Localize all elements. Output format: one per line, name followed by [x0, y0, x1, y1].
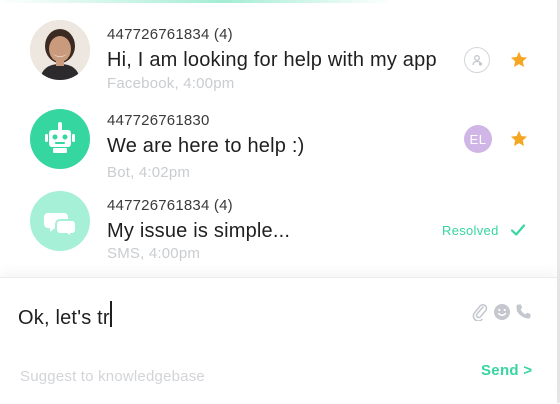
sender-id: 447726761830 — [107, 112, 210, 129]
chat-bubbles-icon — [44, 213, 77, 239]
agent-avatar-badge[interactable]: EL — [464, 125, 492, 153]
text-caret — [110, 301, 112, 327]
suggest-knowledgebase-link[interactable]: Suggest to knowledgebase — [20, 368, 205, 385]
message-text: We are here to help :) — [107, 135, 305, 157]
phone-icon[interactable] — [515, 303, 532, 320]
assign-agent-icon[interactable] — [464, 47, 490, 73]
message-text: My issue is simple... — [107, 220, 291, 242]
resolved-status: Resolved — [442, 223, 499, 238]
sender-id: 447726761834 (4) — [107, 197, 233, 214]
message-source: SMS, 4:00pm — [107, 245, 201, 262]
sms-avatar[interactable] — [30, 191, 90, 251]
paperclip-icon[interactable] — [472, 303, 488, 321]
bot-avatar[interactable] — [30, 109, 90, 169]
message-source: Facebook, 4:00pm — [107, 75, 235, 92]
star-icon[interactable] — [509, 50, 529, 70]
message-text: Hi, I am looking for help with my app — [107, 49, 437, 71]
reply-input[interactable] — [18, 302, 458, 334]
user-avatar[interactable] — [30, 20, 90, 80]
emoji-icon[interactable] — [493, 303, 511, 321]
star-icon[interactable] — [509, 129, 529, 149]
sender-id: 447726761834 (4) — [107, 26, 233, 43]
message-source: Bot, 4:02pm — [107, 164, 191, 181]
person-icon — [472, 55, 483, 66]
robot-icon — [45, 122, 75, 153]
message-thread: 447726761834 (4) Hi, I am looking for he… — [0, 0, 557, 275]
user-photo — [30, 20, 90, 80]
check-icon[interactable] — [509, 221, 527, 239]
send-button[interactable]: Send > — [481, 362, 532, 379]
